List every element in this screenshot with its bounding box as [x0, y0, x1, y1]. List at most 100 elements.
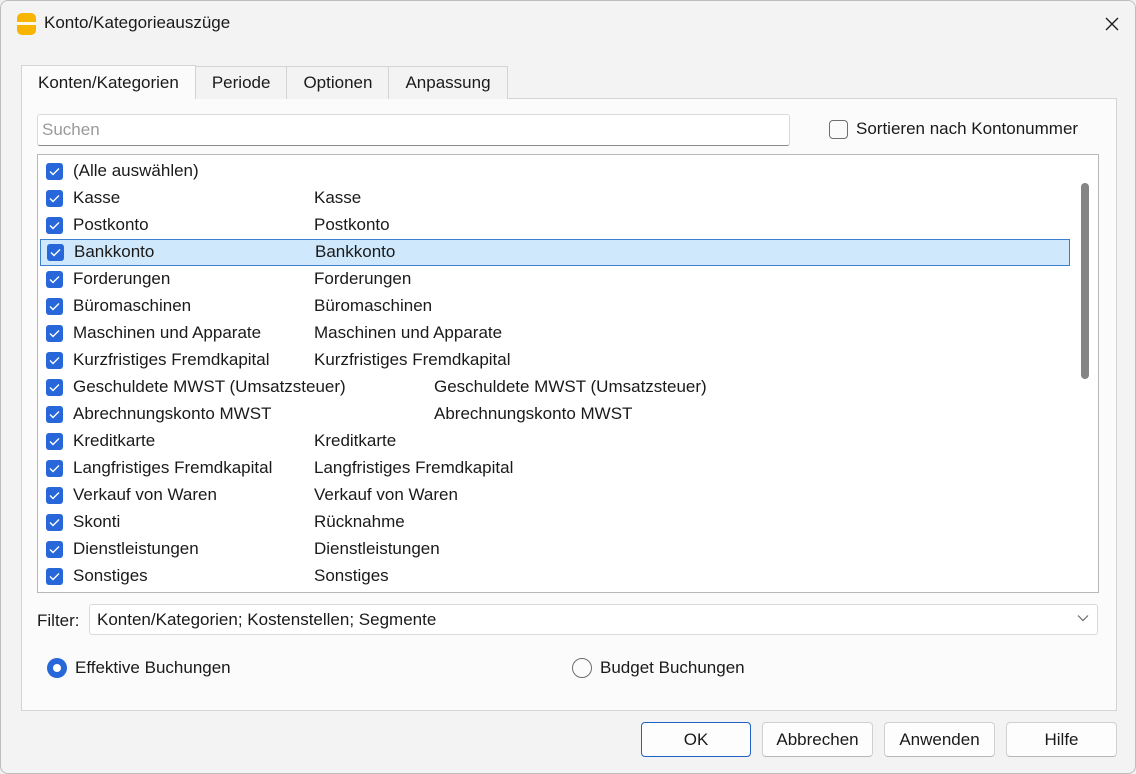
account-checkbox[interactable]	[46, 433, 63, 450]
checkmark-icon	[49, 573, 60, 581]
account-name: Bankkonto	[74, 242, 155, 261]
account-checkbox[interactable]	[46, 541, 63, 558]
account-checkbox[interactable]	[46, 217, 63, 234]
account-checkbox[interactable]	[46, 352, 63, 369]
account-row[interactable]: Sonstiges Sonstiges	[38, 563, 1070, 590]
account-row[interactable]: Maschinen und Apparate Maschinen und App…	[38, 320, 1070, 347]
account-row[interactable]: Skonti Rücknahme	[38, 509, 1070, 536]
account-description: Langfristiges Fremdkapital	[314, 458, 514, 477]
account-row[interactable]: Forderungen Forderungen	[38, 266, 1070, 293]
account-name: Kreditkarte	[73, 431, 156, 450]
account-checkbox[interactable]	[46, 406, 63, 423]
account-row[interactable]: Kurzfristiges Fremdkapital Kurzfristiges…	[38, 347, 1070, 374]
account-row[interactable]: Dienstleistungen Dienstleistungen	[38, 536, 1070, 563]
account-checkbox[interactable]	[46, 325, 63, 342]
dialog-window: Konto/Kategorieauszüge Konten/Kategorien…	[0, 0, 1136, 774]
account-description: Postkonto	[314, 215, 390, 234]
account-checkbox[interactable]	[46, 190, 63, 207]
cancel-button[interactable]: Abbrechen	[762, 722, 873, 757]
checkmark-icon	[49, 492, 60, 500]
close-button[interactable]	[1089, 1, 1135, 47]
apply-button[interactable]: Anwenden	[884, 722, 995, 757]
account-row[interactable]: Geschuldete MWST (Umsatzsteuer) Geschuld…	[38, 374, 1070, 401]
search-input[interactable]	[37, 114, 790, 146]
tab-bar: Konten/Kategorien Periode Optionen Anpas…	[21, 65, 508, 99]
account-description: Bankkonto	[315, 242, 396, 261]
account-checkbox[interactable]	[47, 244, 64, 261]
account-name: Forderungen	[73, 269, 171, 288]
checkmark-icon	[49, 168, 60, 176]
account-description: Sonstiges	[314, 566, 389, 585]
sort-checkbox[interactable]	[829, 119, 848, 139]
account-description: Kurzfristiges Fremdkapital	[314, 350, 511, 369]
chevron-down-icon	[1077, 615, 1089, 622]
budget-bookings-option[interactable]: Budget Buchungen	[572, 658, 745, 678]
account-name: Geschuldete MWST (Umsatzsteuer)	[73, 377, 346, 396]
account-name: Postkonto	[73, 215, 149, 234]
tab-konten-kategorien[interactable]: Konten/Kategorien	[21, 65, 196, 99]
account-row[interactable]: Postkonto Postkonto	[38, 212, 1070, 239]
account-checkbox[interactable]	[46, 568, 63, 585]
account-name: Langfristiges Fremdkapital	[73, 458, 273, 477]
budget-bookings-radio[interactable]	[572, 658, 592, 678]
effective-bookings-option[interactable]: Effektive Buchungen	[47, 658, 231, 678]
checkmark-icon	[49, 438, 60, 446]
help-button[interactable]: Hilfe	[1006, 722, 1117, 757]
account-name: Kurzfristiges Fremdkapital	[73, 350, 270, 369]
tab-optionen[interactable]: Optionen	[286, 66, 390, 99]
checkmark-icon	[49, 222, 60, 230]
filter-value: Konten/Kategorien; Kostenstellen; Segmen…	[97, 609, 437, 629]
checkmark-icon	[49, 195, 60, 203]
close-icon	[1105, 17, 1119, 31]
checkmark-icon	[49, 357, 60, 365]
account-row[interactable]: Büromaschinen Büromaschinen	[38, 293, 1070, 320]
account-name: Kasse	[73, 188, 121, 207]
checkmark-icon	[49, 330, 60, 338]
account-row[interactable]: Abrechnungskonto MWST Abrechnungskonto M…	[38, 401, 1070, 428]
account-description: Rücknahme	[314, 512, 405, 531]
ok-button[interactable]: OK	[641, 722, 751, 757]
tab-anpassung[interactable]: Anpassung	[388, 66, 508, 99]
account-checkbox[interactable]	[46, 298, 63, 315]
select-all-label: (Alle auswählen)	[73, 161, 199, 180]
effective-bookings-radio[interactable]	[47, 658, 67, 678]
sort-by-number-option[interactable]: Sortieren nach Kontonummer	[829, 119, 1078, 139]
account-description: Kreditkarte	[314, 431, 397, 450]
account-name: Verkauf von Waren	[73, 485, 217, 504]
account-row-selected[interactable]: Bankkonto Bankkonto	[40, 239, 1070, 266]
account-checkbox[interactable]	[46, 271, 63, 288]
sort-checkbox-label: Sortieren nach Kontonummer	[856, 119, 1079, 138]
budget-bookings-label: Budget Buchungen	[600, 658, 745, 677]
account-description: Büromaschinen	[314, 296, 433, 315]
account-description: Kasse	[314, 188, 362, 207]
account-checkbox[interactable]	[46, 379, 63, 396]
filter-dropdown[interactable]: Konten/Kategorien; Kostenstellen; Segmen…	[89, 604, 1098, 635]
checkmark-icon	[49, 276, 60, 284]
list-scrollbar[interactable]	[1070, 155, 1098, 592]
account-checkbox[interactable]	[46, 514, 63, 531]
select-all-checkbox[interactable]	[46, 163, 63, 180]
account-name: Abrechnungskonto MWST	[73, 404, 272, 423]
scrollbar-thumb[interactable]	[1081, 183, 1089, 379]
checkmark-icon	[50, 249, 61, 257]
checkmark-icon	[49, 519, 60, 527]
account-row[interactable]: Verkauf von Waren Verkauf von Waren	[38, 482, 1070, 509]
account-description: Forderungen	[314, 269, 412, 288]
account-description: Abrechnungskonto MWST	[434, 404, 633, 423]
account-list[interactable]: (Alle auswählen) Kasse Kasse Postkonto P…	[37, 154, 1099, 593]
account-description: Maschinen und Apparate	[314, 323, 503, 342]
checkmark-icon	[49, 384, 60, 392]
tab-periode[interactable]: Periode	[194, 66, 288, 99]
account-row[interactable]: Kasse Kasse	[38, 185, 1070, 212]
account-checkbox[interactable]	[46, 460, 63, 477]
account-name: Skonti	[73, 512, 121, 531]
title-bar: Konto/Kategorieauszüge	[1, 1, 1135, 47]
select-all-row[interactable]: (Alle auswählen)	[38, 158, 1070, 185]
account-row[interactable]: Langfristiges Fremdkapital Langfristiges…	[38, 455, 1070, 482]
account-name: Sonstiges	[73, 566, 148, 585]
account-name: Dienstleistungen	[73, 539, 199, 558]
account-checkbox[interactable]	[46, 487, 63, 504]
checkmark-icon	[49, 546, 60, 554]
checkmark-icon	[49, 411, 60, 419]
account-row[interactable]: Kreditkarte Kreditkarte	[38, 428, 1070, 455]
